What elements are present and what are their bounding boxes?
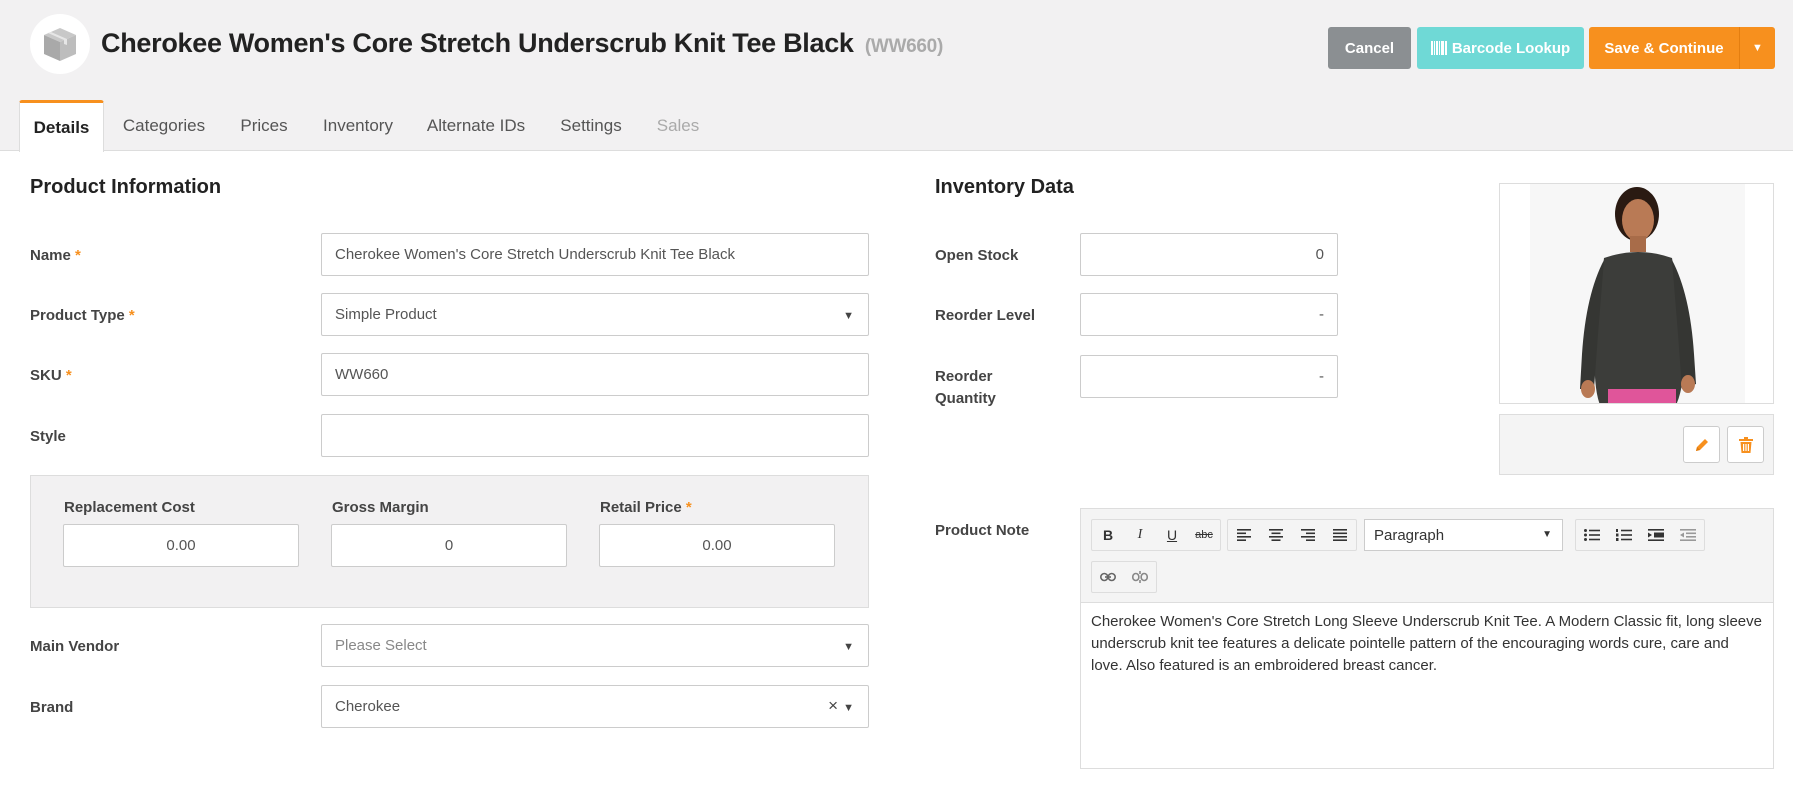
sku-input[interactable]: WW660 <box>321 353 869 396</box>
tab-alternate-ids[interactable]: Alternate IDs <box>416 100 536 151</box>
align-right-icon[interactable] <box>1292 520 1324 550</box>
inventory-data-heading: Inventory Data <box>935 176 1074 198</box>
align-center-icon[interactable] <box>1260 520 1292 550</box>
save-continue-button[interactable]: Save & Continue <box>1589 27 1739 69</box>
delete-image-button[interactable] <box>1727 426 1764 463</box>
open-stock-input[interactable]: 0 <box>1080 233 1338 276</box>
align-group <box>1227 519 1357 551</box>
indent-icon[interactable] <box>1640 520 1672 550</box>
style-input[interactable] <box>321 414 869 457</box>
gross-margin-input[interactable]: 0 <box>331 524 567 567</box>
retail-price-input[interactable]: 0.00 <box>599 524 835 567</box>
clear-icon[interactable]: × <box>828 696 838 716</box>
tab-details[interactable]: Details <box>19 100 104 152</box>
product-code: (WW660) <box>864 36 943 57</box>
retail-price-label: Retail Price * <box>600 499 692 516</box>
main-vendor-label: Main Vendor <box>30 638 120 655</box>
underline-icon[interactable]: U <box>1156 520 1188 550</box>
required-mark: * <box>128 307 135 324</box>
caret-down-icon: ▼ <box>1542 529 1552 540</box>
link-group <box>1091 561 1157 593</box>
align-left-icon[interactable] <box>1228 520 1260 550</box>
page-header: Cherokee Women's Core Stretch Underscrub… <box>0 0 1793 152</box>
gross-margin-label: Gross Margin <box>332 499 429 516</box>
barcode-lookup-button[interactable]: Barcode Lookup <box>1417 27 1584 69</box>
product-information-heading: Product Information <box>30 176 222 198</box>
product-title: Cherokee Women's Core Stretch Underscrub… <box>101 28 854 58</box>
style-label: Style <box>30 428 66 445</box>
list-group <box>1575 519 1705 551</box>
product-image <box>1499 183 1774 404</box>
brand-select[interactable]: Cherokee × ▼ <box>321 685 869 728</box>
tab-sales[interactable]: Sales <box>646 100 710 151</box>
image-actions-bar <box>1499 414 1774 475</box>
product-type-value: Simple Product <box>335 306 437 323</box>
brand-label: Brand <box>30 699 74 716</box>
cancel-button[interactable]: Cancel <box>1328 27 1411 69</box>
caret-down-icon: ▼ <box>843 310 854 322</box>
main-vendor-placeholder: Please Select <box>335 637 427 654</box>
replacement-cost-label: Replacement Cost <box>64 499 195 516</box>
main-vendor-select[interactable]: Please Select ▼ <box>321 624 869 667</box>
required-mark: * <box>685 499 692 516</box>
align-justify-icon[interactable] <box>1324 520 1356 550</box>
product-note-editor: B I U abc Paragraph ▼ Cherokee Women's C… <box>1080 508 1774 769</box>
chevron-down-icon: ▼ <box>1752 42 1763 54</box>
name-input[interactable]: Cherokee Women's Core Stretch Underscrub… <box>321 233 869 276</box>
edit-image-button[interactable] <box>1683 426 1720 463</box>
required-mark: * <box>65 367 72 384</box>
block-format-value: Paragraph <box>1374 526 1445 544</box>
tab-settings[interactable]: Settings <box>549 100 633 151</box>
link-icon[interactable] <box>1092 562 1124 592</box>
name-label: Name * <box>30 247 81 264</box>
product-box-icon <box>30 14 90 74</box>
pencil-icon <box>1695 438 1708 451</box>
barcode-icon <box>1430 41 1447 55</box>
save-options-dropdown[interactable]: ▼ <box>1739 27 1775 69</box>
numbered-list-icon[interactable] <box>1608 520 1640 550</box>
editor-toolbar: B I U abc Paragraph ▼ <box>1081 509 1773 603</box>
reorder-level-input[interactable]: - <box>1080 293 1338 336</box>
outdent-icon[interactable] <box>1672 520 1704 550</box>
bullet-list-icon[interactable] <box>1576 520 1608 550</box>
tab-categories[interactable]: Categories <box>110 100 218 151</box>
barcode-lookup-label: Barcode Lookup <box>1451 39 1571 57</box>
product-type-label: Product Type * <box>30 307 135 324</box>
text-style-group: B I U abc <box>1091 519 1221 551</box>
open-stock-label: Open Stock <box>935 247 1019 264</box>
block-format-select[interactable]: Paragraph ▼ <box>1364 519 1563 551</box>
caret-down-icon: ▼ <box>843 641 854 653</box>
product-note-text[interactable]: Cherokee Women's Core Stretch Long Sleev… <box>1091 611 1763 677</box>
caret-down-icon: ▼ <box>843 702 854 714</box>
sku-label: SKU * <box>30 367 72 384</box>
italic-icon[interactable]: I <box>1124 520 1156 550</box>
brand-value: Cherokee <box>335 698 401 715</box>
reorder-quantity-label: Reorder Quantity <box>935 368 996 407</box>
page-title: Cherokee Women's Core Stretch Underscrub… <box>101 28 943 59</box>
unlink-icon[interactable] <box>1124 562 1156 592</box>
tab-inventory[interactable]: Inventory <box>313 100 403 151</box>
reorder-level-label: Reorder Level <box>935 307 1036 324</box>
required-mark: * <box>75 247 81 264</box>
replacement-cost-input[interactable]: 0.00 <box>63 524 299 567</box>
strikethrough-icon[interactable]: abc <box>1188 520 1220 550</box>
tab-prices[interactable]: Prices <box>228 100 300 151</box>
trash-icon <box>1738 436 1753 453</box>
reorder-quantity-input[interactable]: - <box>1080 355 1338 398</box>
product-note-label: Product Note <box>935 522 1030 539</box>
bold-icon[interactable]: B <box>1092 520 1124 550</box>
product-type-select[interactable]: Simple Product ▼ <box>321 293 869 336</box>
